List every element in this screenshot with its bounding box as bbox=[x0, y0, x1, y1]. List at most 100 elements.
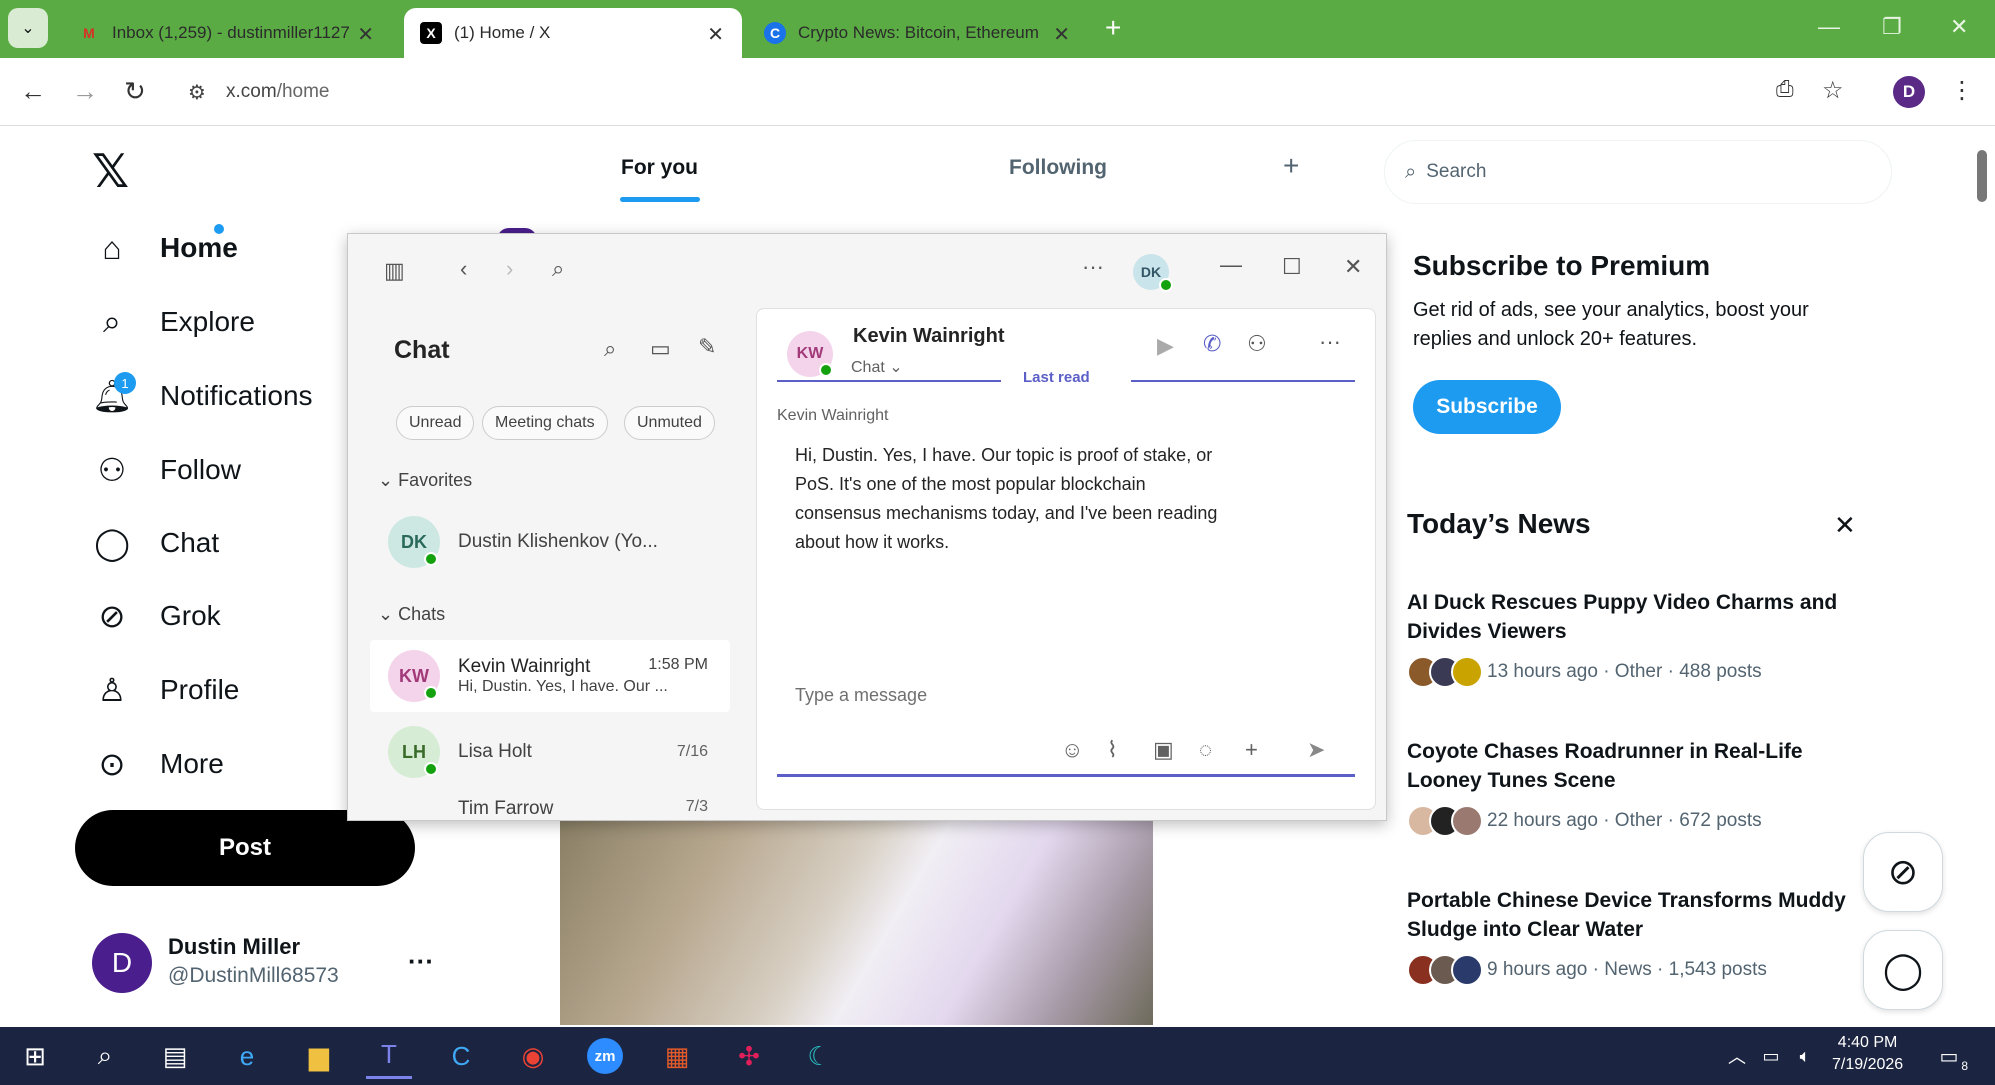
section-favorites[interactable]: ⌄ Favorites bbox=[378, 470, 472, 491]
reload-icon[interactable]: ↻ bbox=[124, 76, 146, 107]
browser-menu-icon[interactable]: ⋮ bbox=[1950, 76, 1974, 105]
browser-tab-x[interactable]: X (1) Home / X ✕ bbox=[404, 8, 742, 58]
emoji-icon[interactable]: ☺ bbox=[1061, 737, 1083, 763]
task-view-icon[interactable]: ▤ bbox=[152, 1033, 198, 1079]
conversation-tab[interactable]: Chat ⌄ bbox=[851, 357, 903, 377]
loop-icon[interactable]: ◌ bbox=[1199, 737, 1212, 763]
account-handle[interactable]: @DustinMill68573 bbox=[168, 964, 339, 988]
volume-icon[interactable]: 🔈︎ bbox=[1782, 1033, 1828, 1079]
close-icon[interactable]: ✕ bbox=[1344, 254, 1362, 280]
x-icon: X bbox=[420, 22, 442, 44]
back-icon[interactable]: ‹ bbox=[460, 256, 467, 282]
tab-search-button[interactable]: ⌄ bbox=[8, 8, 48, 48]
grok-icon: ⊘ bbox=[98, 598, 126, 634]
browser-profile-avatar[interactable]: D bbox=[1893, 76, 1925, 108]
internet-explorer-icon[interactable]: e bbox=[224, 1033, 270, 1079]
maximize-icon[interactable]: ☐ bbox=[1282, 254, 1302, 280]
file-explorer-icon[interactable]: ▆ bbox=[296, 1033, 342, 1079]
teams-icon[interactable]: T bbox=[366, 1033, 412, 1079]
add-feed-button[interactable]: + bbox=[1283, 150, 1299, 182]
filter-unmuted[interactable]: Unmuted bbox=[624, 406, 715, 440]
minimize-icon[interactable]: — bbox=[1220, 252, 1242, 278]
new-tab-button[interactable]: + bbox=[1105, 12, 1121, 44]
grok-float-button[interactable]: ⊘ bbox=[1863, 832, 1943, 912]
forward-icon[interactable]: › bbox=[506, 256, 513, 282]
plus-icon[interactable]: + bbox=[1245, 737, 1258, 763]
list-item[interactable]: TF Tim Farrow 7/3 bbox=[370, 794, 730, 820]
tab-following[interactable]: Following bbox=[1009, 156, 1107, 180]
nav-chat[interactable]: ◯ Chat bbox=[92, 523, 219, 563]
app-icon[interactable]: ☾ bbox=[796, 1033, 842, 1079]
winrar-icon[interactable]: ▦ bbox=[654, 1033, 700, 1079]
phone-icon[interactable]: ✆ bbox=[1203, 331, 1221, 357]
conversation-title[interactable]: Kevin Wainright bbox=[853, 325, 1004, 348]
nav-label: Notifications bbox=[160, 380, 313, 411]
close-icon[interactable]: ✕ bbox=[1053, 22, 1070, 47]
account-avatar[interactable]: D bbox=[92, 933, 152, 993]
nav-follow[interactable]: ⚇ Follow bbox=[92, 450, 241, 490]
message-compose-box[interactable]: Type a message ☺ ⌇ ▣ ◌ + ➤ bbox=[777, 659, 1355, 777]
filter-meeting-chats[interactable]: Meeting chats bbox=[482, 406, 608, 440]
nav-explore[interactable]: ⌕ Explore bbox=[92, 302, 255, 342]
minimize-icon[interactable]: — bbox=[1818, 14, 1840, 40]
browser-tab-crypto[interactable]: C Crypto News: Bitcoin, Ethereum ✕ bbox=[748, 8, 1088, 58]
x-logo[interactable]: 𝕏 bbox=[92, 144, 129, 198]
scrollbar-thumb[interactable] bbox=[1977, 150, 1987, 202]
back-icon[interactable]: ← bbox=[20, 76, 46, 107]
windows-start-icon[interactable]: ⊞ bbox=[12, 1033, 58, 1079]
section-chats[interactable]: ⌄ Chats bbox=[378, 604, 445, 625]
notification-center-icon[interactable]: ▭ 8 bbox=[1926, 1033, 1972, 1079]
search-icon[interactable]: ⌕ bbox=[604, 336, 616, 362]
news-item[interactable]: Portable Chinese Device Transforms Muddy… bbox=[1407, 886, 1877, 986]
chat-list-item-selected[interactable]: KW Kevin Wainright 1:58 PM Hi, Dustin. Y… bbox=[370, 640, 730, 712]
nav-notifications[interactable]: 🔔︎ 1 Notifications bbox=[92, 372, 313, 416]
browser-tab-gmail[interactable]: M Inbox (1,259) - dustinmiller1127 ✕ bbox=[62, 8, 392, 58]
more-options-icon[interactable]: ··· bbox=[1082, 254, 1104, 280]
nav-label: Grok bbox=[160, 600, 221, 631]
address-bar[interactable]: x.com/home bbox=[178, 70, 1848, 114]
video-call-icon[interactable]: ▶ bbox=[1157, 333, 1174, 359]
chrome-icon[interactable]: ◉ bbox=[510, 1033, 556, 1079]
close-icon[interactable]: ✕ bbox=[357, 22, 374, 47]
image-icon[interactable]: ▣ bbox=[1153, 737, 1174, 763]
bookmark-star-icon[interactable]: ☆ bbox=[1822, 76, 1844, 105]
page-scrollbar[interactable] bbox=[1972, 126, 1995, 1026]
attach-icon[interactable]: ⌇ bbox=[1107, 737, 1118, 763]
nav-home[interactable]: ⌂ Home bbox=[92, 224, 238, 268]
nav-more[interactable]: ⊙ More bbox=[92, 744, 224, 784]
close-icon[interactable]: ✕ bbox=[707, 22, 724, 47]
video-call-icon[interactable]: ▭ bbox=[650, 336, 671, 362]
list-item[interactable]: LH Lisa Holt 7/16 bbox=[370, 716, 730, 788]
search-icon[interactable]: ⌕ bbox=[552, 256, 564, 282]
subscribe-button[interactable]: Subscribe bbox=[1413, 380, 1561, 434]
news-item[interactable]: AI Duck Rescues Puppy Video Charms and D… bbox=[1407, 588, 1877, 688]
send-icon[interactable]: ➤ bbox=[1307, 737, 1325, 763]
nav-profile[interactable]: ♙ Profile bbox=[92, 670, 240, 710]
install-app-icon[interactable]: ⎙ bbox=[1776, 76, 1794, 102]
close-icon[interactable]: ✕ bbox=[1834, 510, 1856, 541]
post-button[interactable]: Post bbox=[75, 810, 415, 886]
list-item[interactable]: DK Dustin Klishenkov (Yo... bbox=[370, 506, 730, 578]
news-item[interactable]: Coyote Chases Roadrunner in Real-Life Lo… bbox=[1407, 737, 1877, 837]
search-input[interactable]: ⌕ Search bbox=[1384, 140, 1892, 204]
site-info-icon[interactable]: ⚙ bbox=[188, 80, 206, 105]
taskbar-clock[interactable]: 4:40 PM 7/19/2026 bbox=[1832, 1032, 1903, 1076]
messages-float-button[interactable]: ◯ bbox=[1863, 930, 1943, 1010]
filter-unread[interactable]: Unread bbox=[396, 406, 475, 440]
sidebar-toggle-icon[interactable]: ▥ bbox=[384, 258, 405, 284]
forward-icon[interactable]: → bbox=[72, 76, 98, 107]
feed-post-image[interactable] bbox=[560, 820, 1153, 1025]
restore-icon[interactable]: ❐ bbox=[1882, 14, 1902, 40]
slack-icon[interactable]: ✣ bbox=[726, 1033, 772, 1079]
window-close-icon[interactable]: ✕ bbox=[1950, 14, 1968, 40]
account-more-icon[interactable]: ··· bbox=[408, 946, 434, 977]
account-name[interactable]: Dustin Miller bbox=[168, 934, 300, 960]
more-options-icon[interactable]: ··· bbox=[1319, 329, 1341, 355]
zoom-icon[interactable]: zm bbox=[582, 1033, 628, 1079]
new-chat-icon[interactable]: ✎ bbox=[698, 334, 716, 360]
c-app-icon[interactable]: C bbox=[438, 1033, 484, 1079]
tab-for-you[interactable]: For you bbox=[621, 156, 698, 180]
nav-grok[interactable]: ⊘ Grok bbox=[92, 596, 221, 636]
search-icon[interactable]: ⌕ bbox=[82, 1033, 128, 1079]
add-people-icon[interactable]: ⚇ bbox=[1247, 331, 1267, 357]
